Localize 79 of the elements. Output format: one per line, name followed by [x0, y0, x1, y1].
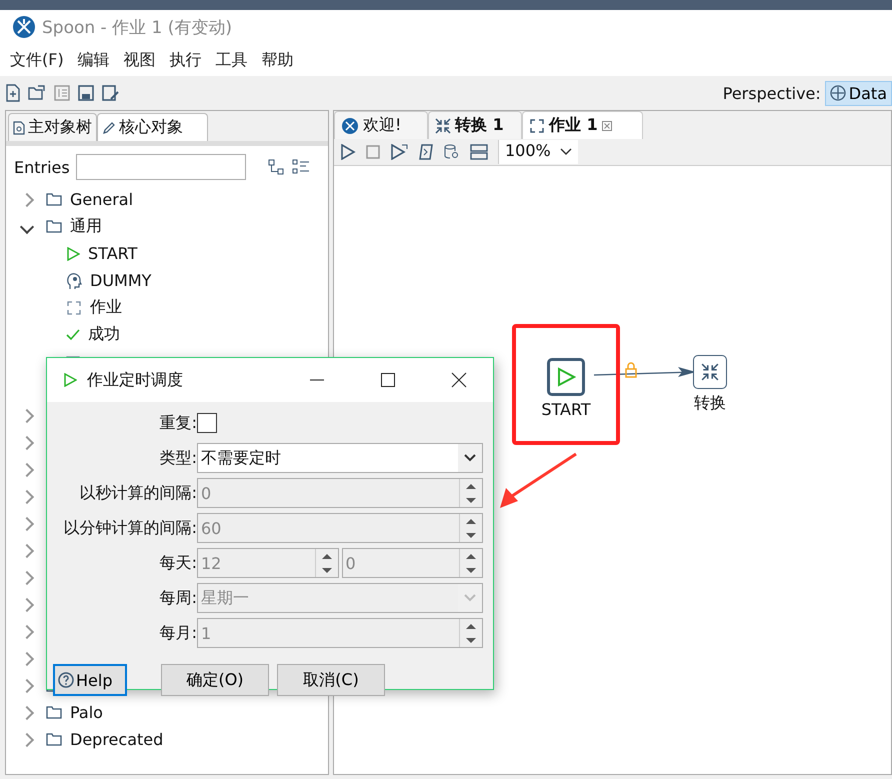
pencil-icon — [102, 120, 116, 134]
tree-item[interactable]: General — [6, 186, 328, 213]
list-view-icon[interactable] — [292, 159, 310, 175]
entries-label: Entries — [14, 158, 71, 176]
menu-item[interactable]: 文件(F) — [10, 50, 64, 70]
ok-button[interactable]: 确定(O) — [161, 664, 269, 696]
play-icon — [63, 373, 77, 387]
editor-tab[interactable]: 欢迎! — [334, 111, 428, 139]
tree-item[interactable]: START — [6, 240, 328, 267]
editor-tab[interactable]: 转换 1 — [428, 111, 522, 139]
arrows-icon — [66, 300, 82, 316]
stop-icon[interactable] — [366, 145, 380, 159]
repeat-checkbox[interactable] — [197, 413, 217, 433]
field-label: 每周: — [158, 588, 197, 608]
question-mark-icon — [58, 672, 74, 688]
checkmark-icon — [66, 328, 80, 340]
server-icon[interactable] — [470, 144, 488, 160]
field-label: 每月: — [158, 622, 197, 644]
caret-icon — [464, 594, 476, 602]
save-icon[interactable] — [78, 85, 94, 101]
lock-icon — [625, 362, 637, 378]
panel-tab[interactable]: 核心对象 — [97, 113, 208, 141]
arrows-icon — [529, 118, 545, 134]
play-icon — [556, 367, 576, 387]
tree-item[interactable]: 通用 — [6, 213, 328, 240]
dialog-title: 作业定时调度 — [87, 370, 183, 390]
field-label: 以秒计算的间隔: — [78, 482, 197, 504]
menu-item[interactable]: 编辑 — [78, 50, 110, 70]
folder-icon — [46, 193, 62, 206]
inward-arrows-icon — [435, 118, 451, 134]
field-label: 以分钟计算的间隔: — [62, 518, 197, 538]
tree-item[interactable]: 成功 — [6, 321, 328, 348]
menu-item[interactable]: 执行 — [170, 50, 202, 70]
folder-icon — [46, 220, 62, 233]
run-icon[interactable] — [340, 144, 356, 160]
caret-icon — [560, 148, 572, 156]
tree-item[interactable]: 作业 — [6, 294, 328, 321]
field-label: 重复: — [158, 412, 197, 434]
caret-icon — [464, 454, 476, 462]
editor-tab[interactable]: 作业 1 — [522, 111, 643, 139]
hierarchy-icon[interactable] — [268, 159, 284, 175]
entries-search-field[interactable] — [76, 154, 246, 180]
globe-icon — [830, 85, 846, 101]
panel-tab[interactable]: 主对象树 — [8, 113, 97, 141]
maximize-icon[interactable] — [380, 372, 396, 388]
save-as-icon[interactable] — [102, 85, 120, 101]
tree-item[interactable]: Palo — [6, 699, 328, 726]
folder-icon — [46, 706, 62, 719]
field-label: 每天: — [158, 552, 197, 574]
head-icon — [66, 272, 82, 290]
job-entry-node[interactable]: 转换 — [679, 321, 741, 438]
menu-item[interactable]: 工具 — [216, 50, 248, 70]
window-title: Spoon - 作业 1 (有变动) — [42, 16, 232, 38]
perspective-label: Perspective: — [722, 84, 821, 102]
close-icon[interactable] — [451, 372, 467, 388]
run-options-icon[interactable] — [390, 144, 408, 160]
menu-item[interactable]: 帮助 — [262, 50, 294, 70]
document-icon — [13, 120, 25, 134]
job-entry-node[interactable]: START — [512, 324, 620, 445]
tree-item[interactable]: Deprecated — [6, 726, 328, 753]
play-icon — [66, 246, 80, 260]
new-file-icon[interactable] — [6, 84, 20, 102]
menu-item[interactable]: 视图 — [124, 50, 156, 70]
hop-arrow[interactable] — [594, 367, 696, 377]
inward-arrows-icon — [701, 363, 719, 381]
help-button[interactable]: Help — [53, 664, 127, 696]
spoon-logo-icon — [12, 15, 36, 39]
list-icon[interactable] — [54, 85, 70, 101]
perspective-button[interactable]: Data — [824, 80, 892, 106]
cancel-button[interactable]: 取消(C) — [277, 664, 385, 696]
field-label: 类型: — [158, 448, 197, 468]
dropdown[interactable]: 不需要定时 — [197, 443, 483, 473]
open-folder-icon[interactable] — [28, 85, 46, 101]
spoon-logo-icon — [341, 116, 359, 134]
folder-icon — [46, 733, 62, 746]
tree-item[interactable]: DUMMY — [6, 267, 328, 294]
script-icon[interactable] — [418, 144, 434, 160]
database-search-icon[interactable] — [444, 144, 460, 160]
zoom-dropdown[interactable]: 100% — [498, 140, 578, 164]
